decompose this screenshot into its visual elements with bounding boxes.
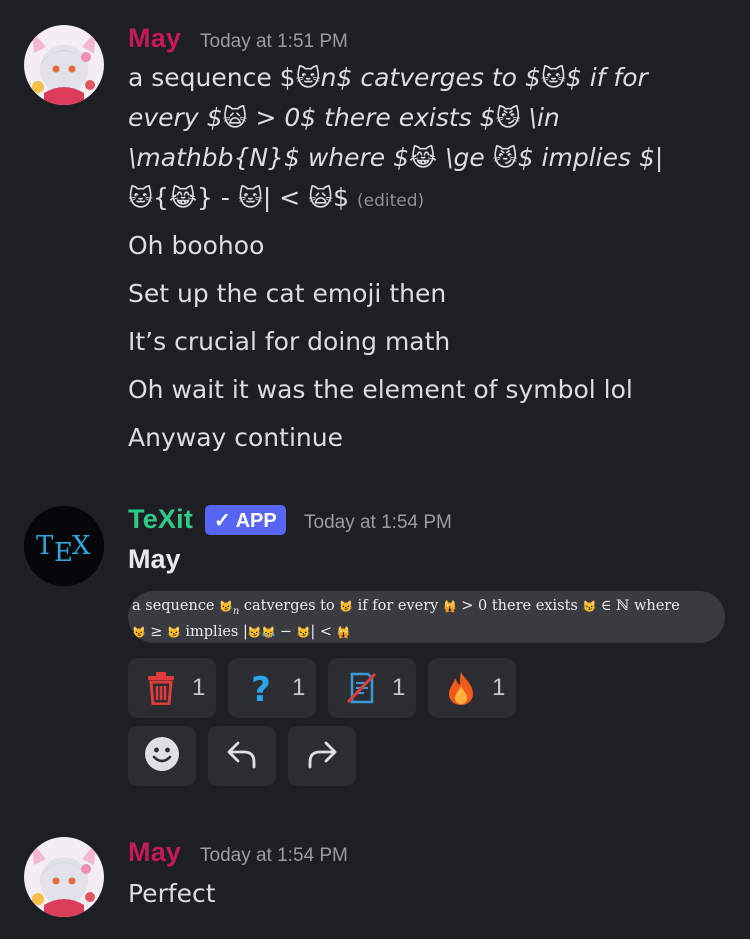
message-may-2: May Today at 1:54 PM Perfect — [0, 0, 750, 939]
timestamp[interactable]: Today at 1:54 PM — [200, 845, 348, 867]
author-name[interactable]: May — [128, 837, 181, 868]
message-text: Perfect — [128, 879, 216, 908]
avatar[interactable] — [24, 837, 104, 917]
